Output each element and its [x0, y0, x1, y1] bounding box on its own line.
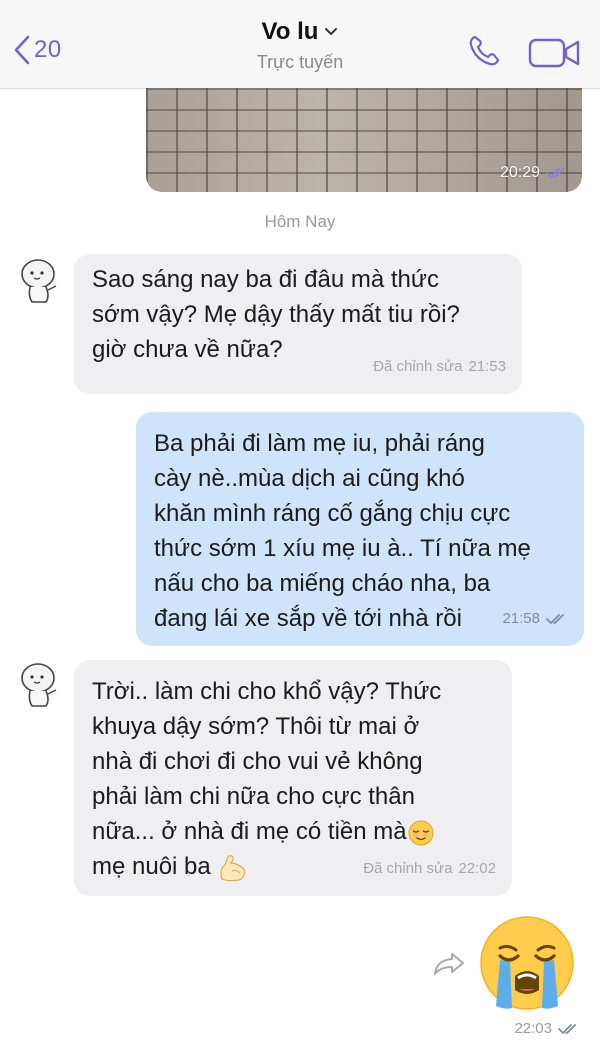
relieved-face-icon — [408, 820, 434, 846]
online-status: Trực tuyến — [256, 52, 344, 72]
flexed-biceps-icon — [220, 854, 246, 881]
message-line: mẹ nuôi ba — [92, 853, 211, 880]
contact-avatar[interactable] — [18, 660, 62, 710]
contact-avatar[interactable] — [18, 256, 62, 306]
double-check-icon — [546, 168, 564, 178]
message-line: phải làm chi nữa cho cực thân — [92, 783, 415, 810]
phone-icon[interactable] — [467, 34, 501, 68]
edited-label: Đã chỉnh sửa — [363, 860, 453, 877]
chat-header: 20 Vo lu Trực tuyến — [0, 0, 600, 89]
message-line: nhà đi chơi đi cho vui vẻ không — [92, 748, 423, 775]
message-meta: Đã chỉnh sửa 21:53 — [373, 349, 506, 384]
message-line: Trời.. làm chi cho khổ vậy? Thức — [92, 678, 442, 705]
double-check-icon — [546, 613, 564, 624]
message-bubble-incoming[interactable]: Sao sáng nay ba đi đâu mà thức sớm vậy? … — [74, 254, 522, 394]
loudly-crying-face-icon[interactable] — [478, 914, 576, 1012]
message-bubble-outgoing[interactable]: Ba phải đi làm mẹ iu, phải ráng cày nè..… — [136, 412, 584, 646]
date-divider: Hôm Nay — [264, 212, 336, 231]
message-bubble-incoming[interactable]: Trời.. làm chi cho khổ vậy? Thức khuya d… — [74, 660, 512, 896]
message-line: khuya dậy sớm? Thôi từ mai ở — [92, 713, 420, 740]
message-line: nữa... ở nhà đi mẹ có tiền mà — [92, 818, 407, 845]
message-time: 22:03 — [514, 1020, 552, 1037]
message-meta: 21:58 — [502, 601, 568, 636]
message-time: 21:58 — [502, 610, 540, 627]
message-meta: Đã chỉnh sửa 22:02 — [363, 851, 496, 886]
image-message[interactable]: 20:29 — [146, 88, 582, 192]
chevron-down-icon — [325, 28, 338, 36]
message-meta: 22:03 — [514, 1020, 580, 1037]
double-check-icon — [558, 1023, 576, 1034]
contact-info[interactable]: Vo lu Trực tuyến — [0, 18, 600, 73]
video-call-icon[interactable] — [528, 38, 582, 68]
contact-name: Vo lu — [261, 18, 319, 45]
forward-icon[interactable] — [432, 950, 466, 978]
message-time: 22:02 — [458, 860, 496, 877]
message-time: 21:53 — [468, 358, 506, 375]
message-time: 20:29 — [499, 164, 540, 181]
edited-label: Đã chỉnh sửa — [373, 358, 463, 375]
message-meta: 20:29 — [500, 164, 568, 182]
